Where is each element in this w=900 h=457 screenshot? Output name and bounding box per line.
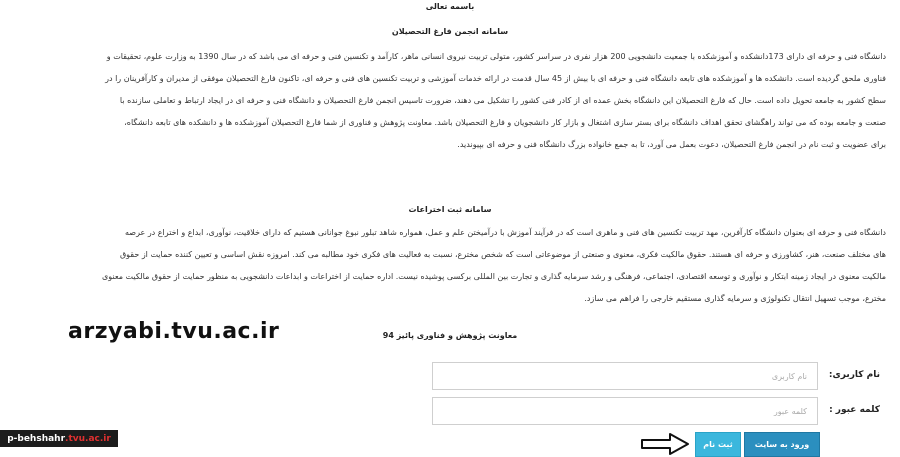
page: باسمه تعالی سامانه انجمن فارغ التحصیلان … xyxy=(0,0,900,457)
badge-prefix: p-behshahr xyxy=(7,433,66,444)
badge-suffix: .tvu.ac.ir xyxy=(65,433,111,444)
section2-line: های مختلف صنعت، هنر، کشاورزی و حرفه ای ه… xyxy=(119,250,886,259)
section1-line: دانشگاه فنی و حرفه ای دارای 173دانشکده و… xyxy=(106,52,886,61)
page-title: باسمه تعالی xyxy=(425,2,475,11)
arrow-right-icon xyxy=(641,433,689,455)
section2-line: دانشگاه فنی و حرفه ای بعنوان دانشگاه کار… xyxy=(125,228,886,237)
username-label: نام کاربری: xyxy=(828,370,880,380)
section1-line: فناوری ملحق گردیده است. دانشکده ها و آمو… xyxy=(105,74,886,83)
login-button[interactable]: ورود به سایت xyxy=(744,432,820,457)
section2-title: سامانه ثبت اختراعات xyxy=(408,205,492,214)
site-badge: p-behshahr .tvu.ac.ir xyxy=(0,430,118,447)
register-button[interactable]: ثبت نام xyxy=(695,432,741,457)
section1-title: سامانه انجمن فارغ التحصیلان xyxy=(391,27,509,36)
section1-paragraph: دانشگاه فنی و حرفه ای دارای 173دانشکده و… xyxy=(14,46,886,156)
section1-line: سطح کشور به جامعه تحویل داده است. حال که… xyxy=(119,96,886,105)
section1-line: صنعت و جامعه بوده که می تواند راهگشای تح… xyxy=(124,118,886,127)
section2-line: مالکیت معنوی در ایجاد زمینه ابتکار و نوآ… xyxy=(102,272,886,281)
section2-line: مخترع، موجب تسهیل انتقال تکنولوژی و سرما… xyxy=(584,294,886,303)
password-label: کلمه عبور : xyxy=(829,405,880,415)
section1-line: برای عضویت و ثبت نام در انجمن فارغ التحص… xyxy=(457,140,886,149)
password-input[interactable] xyxy=(432,397,818,425)
username-input[interactable] xyxy=(432,362,818,390)
signature: معاونت پژوهش و فناوری پائیز 94 xyxy=(382,331,518,340)
section2-paragraph: دانشگاه فنی و حرفه ای بعنوان دانشگاه کار… xyxy=(14,222,886,310)
